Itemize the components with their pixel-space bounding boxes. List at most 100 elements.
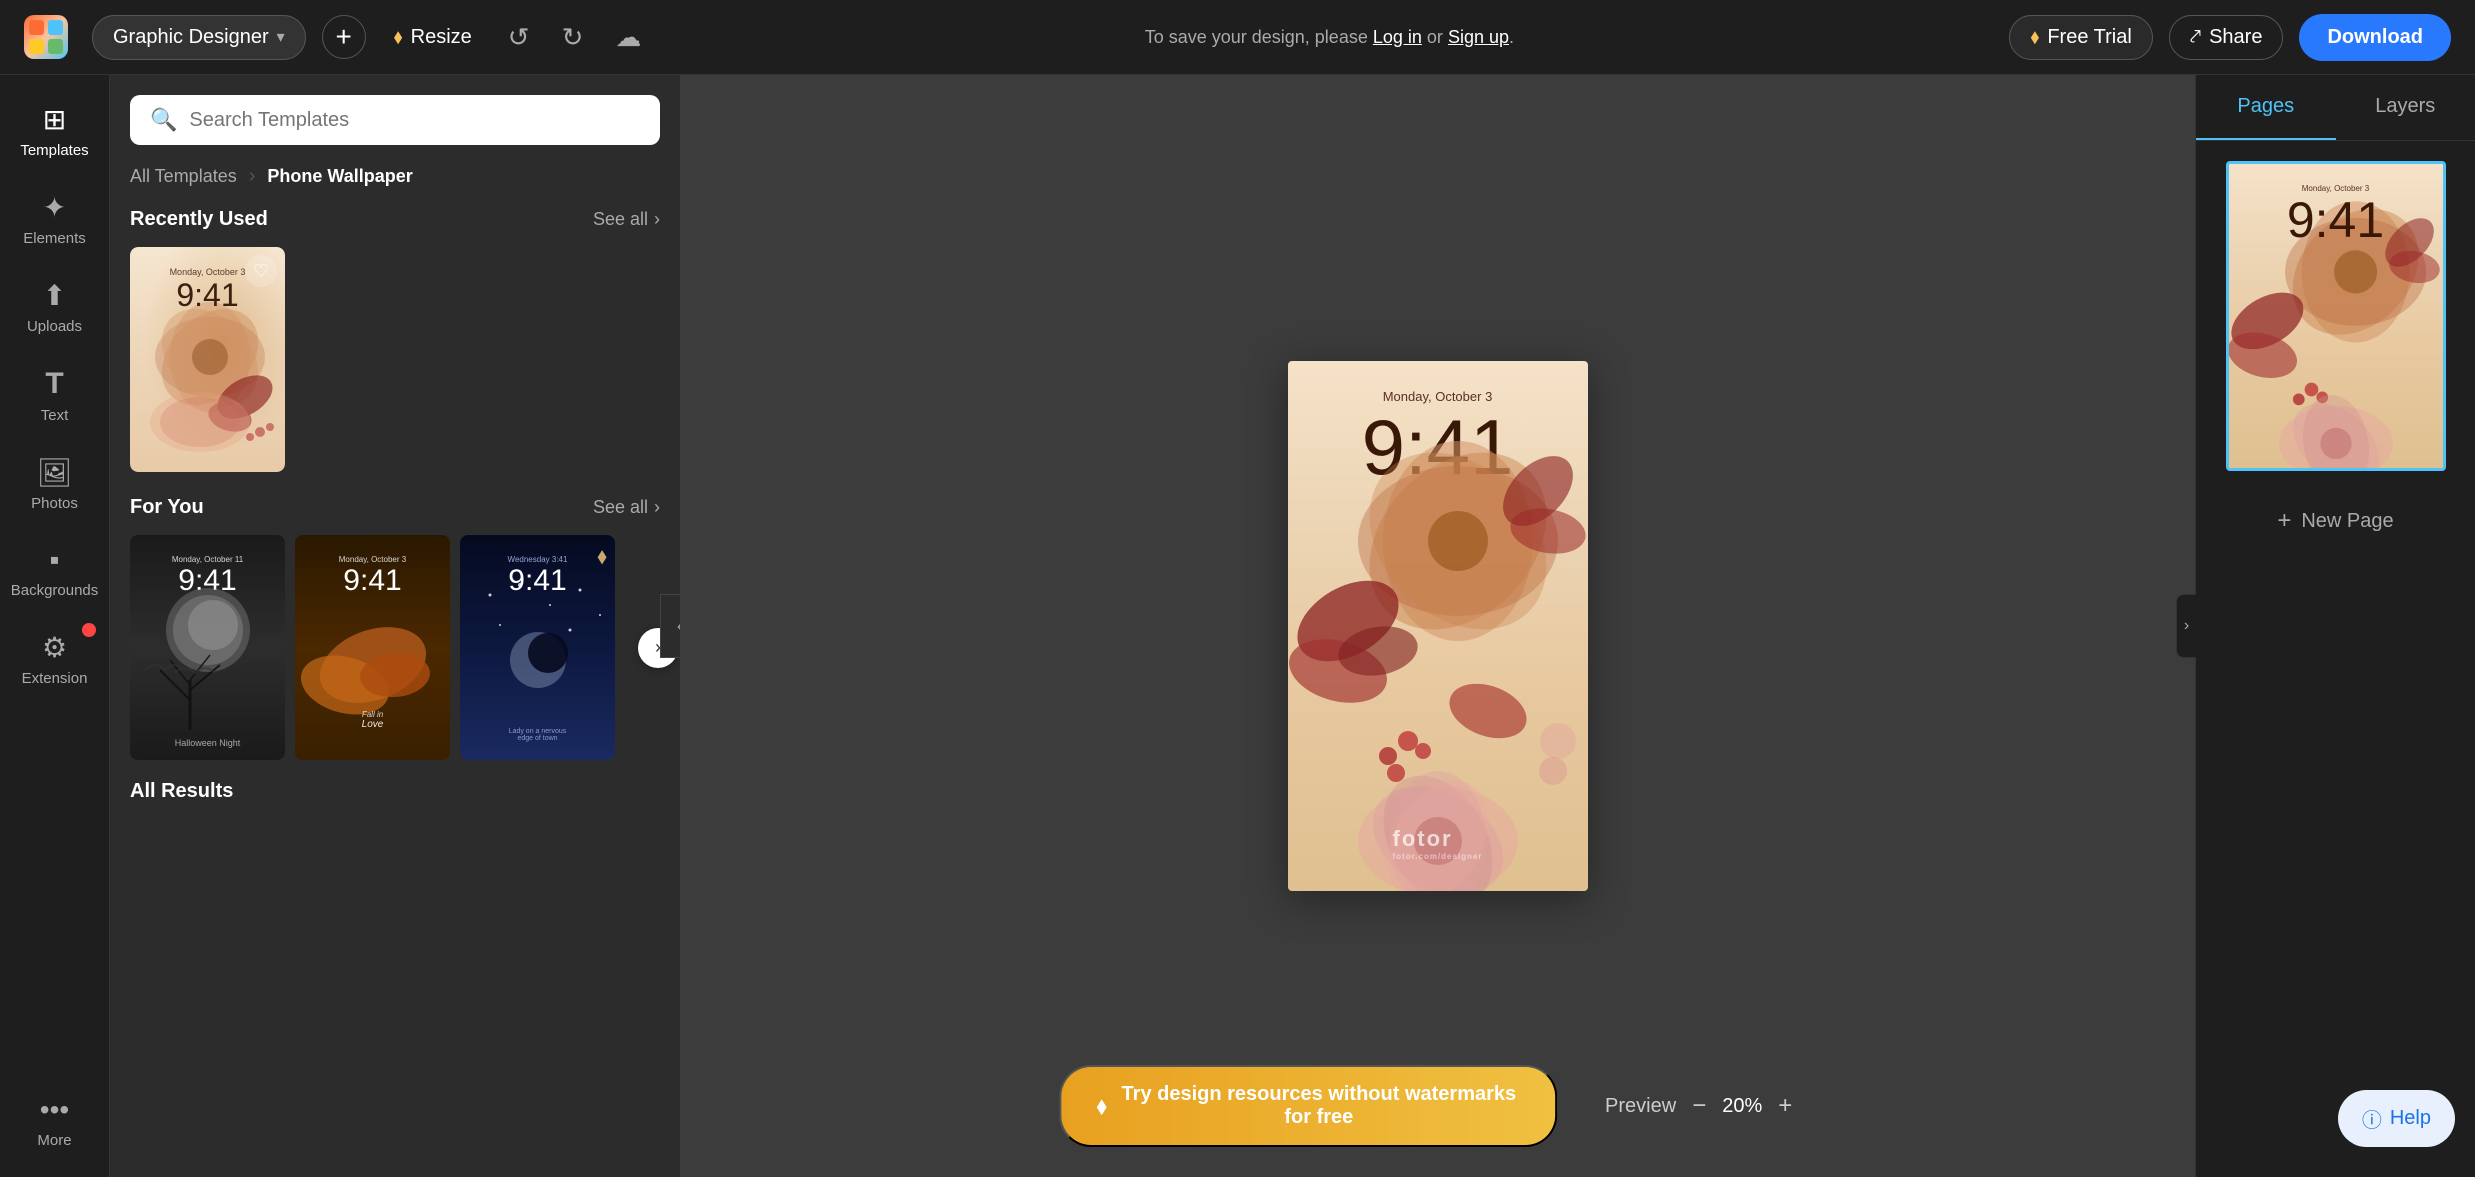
add-button[interactable]: + (322, 15, 366, 59)
undo-button[interactable]: ↺ (500, 14, 538, 61)
help-label: Help (2390, 1107, 2431, 1130)
logo (24, 15, 68, 59)
page-thumb-time: 9:41 (2229, 193, 2443, 248)
favorite-icon[interactable]: ♡ (245, 255, 277, 287)
canvas-date: Monday, October 3 (1288, 389, 1588, 404)
main-content: ⊞ Templates ✦ Elements ⬆ Uploads T Text … (0, 75, 2475, 1177)
sidebar-item-photos-label: Photos (31, 495, 78, 512)
recently-used-see-all[interactable]: See all › (593, 209, 660, 230)
breadcrumb-separator: › (249, 165, 256, 188)
sidebar-item-backgrounds-label: Backgrounds (11, 582, 99, 599)
free-trial-button[interactable]: ⬧ Free Trial (2009, 15, 2152, 60)
sidebar-item-backgrounds[interactable]: ▪ Backgrounds (10, 532, 100, 611)
breadcrumb-all-templates[interactable]: All Templates (130, 166, 237, 187)
preview-button[interactable]: Preview (1605, 1095, 1676, 1118)
uploads-icon: ⬆ (43, 279, 66, 312)
phone-canvas[interactable]: Monday, October 3 9:41 fotor fotor.com/d… (1288, 361, 1588, 891)
elements-icon: ✦ (43, 191, 66, 224)
all-results-label: All Results (130, 780, 660, 803)
chevron-right-icon: › (654, 209, 660, 230)
for-you-section-header: For You See all › (130, 496, 660, 519)
chevron-down-icon: ▾ (277, 27, 285, 47)
text-icon: T (45, 367, 63, 401)
new-page-label: New Page (2301, 510, 2393, 533)
photos-icon: 🖼 (37, 456, 73, 489)
promo-label: Try design resources without watermarks … (1119, 1083, 1519, 1129)
resize-button[interactable]: ⬧ Resize (382, 18, 484, 57)
search-icon: 🔍 (150, 107, 177, 133)
download-button[interactable]: Download (2299, 14, 2451, 61)
free-trial-label: Free Trial (2047, 26, 2131, 49)
promo-diamond-icon: ⬧ (1097, 1093, 1107, 1119)
undo-icon: ↺ (508, 22, 530, 53)
sidebar-item-text-label: Text (41, 407, 69, 424)
share-button[interactable]: ⤤ Share (2169, 15, 2284, 60)
tab-pages[interactable]: Pages (2196, 75, 2336, 140)
share-label: Share (2209, 26, 2262, 49)
download-label: Download (2327, 26, 2423, 48)
cloud-upload-icon: ☁ (615, 22, 641, 53)
zoom-level: 20% (1722, 1095, 1762, 1118)
left-sidebar: ⊞ Templates ✦ Elements ⬆ Uploads T Text … (0, 75, 110, 1177)
recently-used-grid: Monday, October 3 9:41 ♡ (130, 247, 660, 472)
sidebar-item-photos[interactable]: 🖼 Photos (10, 444, 100, 524)
redo-button[interactable]: ↻ (554, 14, 592, 61)
backgrounds-icon: ▪ (50, 544, 60, 576)
sidebar-item-text[interactable]: T Text (10, 355, 100, 436)
for-you-template-1[interactable]: Monday, October 11 9:41 Hallowe (130, 535, 285, 760)
zoom-out-button[interactable]: − (1692, 1092, 1706, 1120)
tab-layers[interactable]: Layers (2336, 75, 2475, 140)
search-bar: 🔍 (130, 95, 660, 145)
upload-to-cloud-button[interactable]: ☁ (607, 14, 649, 61)
for-you-grid: Monday, October 11 9:41 Hallowe (130, 535, 660, 760)
sign-up-link[interactable]: Sign up (1448, 27, 1509, 48)
sidebar-item-extension[interactable]: ⚙ Extension (10, 619, 100, 699)
expand-right-panel-button[interactable]: › (2176, 594, 2196, 658)
new-page-button[interactable]: + New Page (2257, 495, 2413, 547)
sidebar-item-elements-label: Elements (23, 230, 86, 247)
thumb-time-2: Monday, October 3 9:41 (295, 555, 450, 598)
for-you-see-all[interactable]: See all › (593, 497, 660, 518)
right-panel: › Pages Layers (2195, 75, 2475, 1177)
recently-used-template-1[interactable]: Monday, October 3 9:41 ♡ (130, 247, 285, 472)
preview-controls: Preview − 20% + (1581, 1080, 1816, 1132)
page-1-thumbnail[interactable]: Monday, October 3 9:41 (2226, 161, 2446, 471)
topbar: Graphic Designer ▾ + ⬧ Resize ↺ ↻ ☁ To s… (0, 0, 2475, 75)
watermark-promo-button[interactable]: ⬧ Try design resources without watermark… (1059, 1065, 1557, 1147)
zoom-in-button[interactable]: + (1778, 1092, 1792, 1120)
graphic-designer-button[interactable]: Graphic Designer ▾ (92, 15, 306, 60)
redo-icon: ↻ (562, 22, 584, 53)
sidebar-item-more[interactable]: ••• More (10, 1082, 100, 1161)
graphic-designer-label: Graphic Designer (113, 26, 269, 49)
resize-label: Resize (411, 26, 472, 49)
for-you-template-3[interactable]: ⬧ Wednesday 3:41 9:41 (460, 535, 615, 760)
diamond-resize-icon: ⬧ (394, 26, 403, 49)
templates-panel: 🔍 All Templates › Phone Wallpaper Recent… (110, 75, 680, 1177)
sidebar-item-templates[interactable]: ⊞ Templates (10, 91, 100, 171)
templates-icon: ⊞ (43, 103, 66, 136)
template-2-title: Fall in Love (295, 710, 450, 730)
help-button[interactable]: ⓘ Help (2338, 1090, 2455, 1147)
for-you-title: For You (130, 496, 204, 519)
plus-icon-new-page: + (2277, 507, 2291, 535)
help-circle-icon: ⓘ (2362, 1104, 2382, 1133)
collapse-panel-button[interactable]: ‹ (660, 594, 680, 658)
save-notice: To save your design, please Log in or Si… (665, 27, 1993, 48)
breadcrumb: All Templates › Phone Wallpaper (130, 165, 660, 188)
canvas-time: 9:41 (1288, 408, 1588, 486)
search-input[interactable] (189, 109, 640, 132)
sidebar-item-uploads-label: Uploads (27, 318, 82, 335)
for-you-template-2[interactable]: Monday, October 3 9:41 Fall in Love (295, 535, 450, 760)
fotor-watermark-sub: fotor.com/designer (1392, 852, 1482, 861)
more-icon: ••• (40, 1094, 69, 1126)
page-1-container: Monday, October 3 9:41 (2226, 161, 2446, 471)
sidebar-item-uploads[interactable]: ⬆ Uploads (10, 267, 100, 347)
chevron-right-icon-2: › (654, 497, 660, 518)
log-in-link[interactable]: Log in (1373, 27, 1422, 48)
fotor-logo-icon (24, 15, 68, 59)
sidebar-item-elements[interactable]: ✦ Elements (10, 179, 100, 259)
canvas-area: Monday, October 3 9:41 fotor fotor.com/d… (680, 75, 2195, 1177)
page-thumb-date: Monday, October 3 (2229, 164, 2443, 193)
sidebar-item-templates-label: Templates (20, 142, 88, 159)
template-3-subtitle: Lady on a nervousedge of town (460, 728, 615, 742)
